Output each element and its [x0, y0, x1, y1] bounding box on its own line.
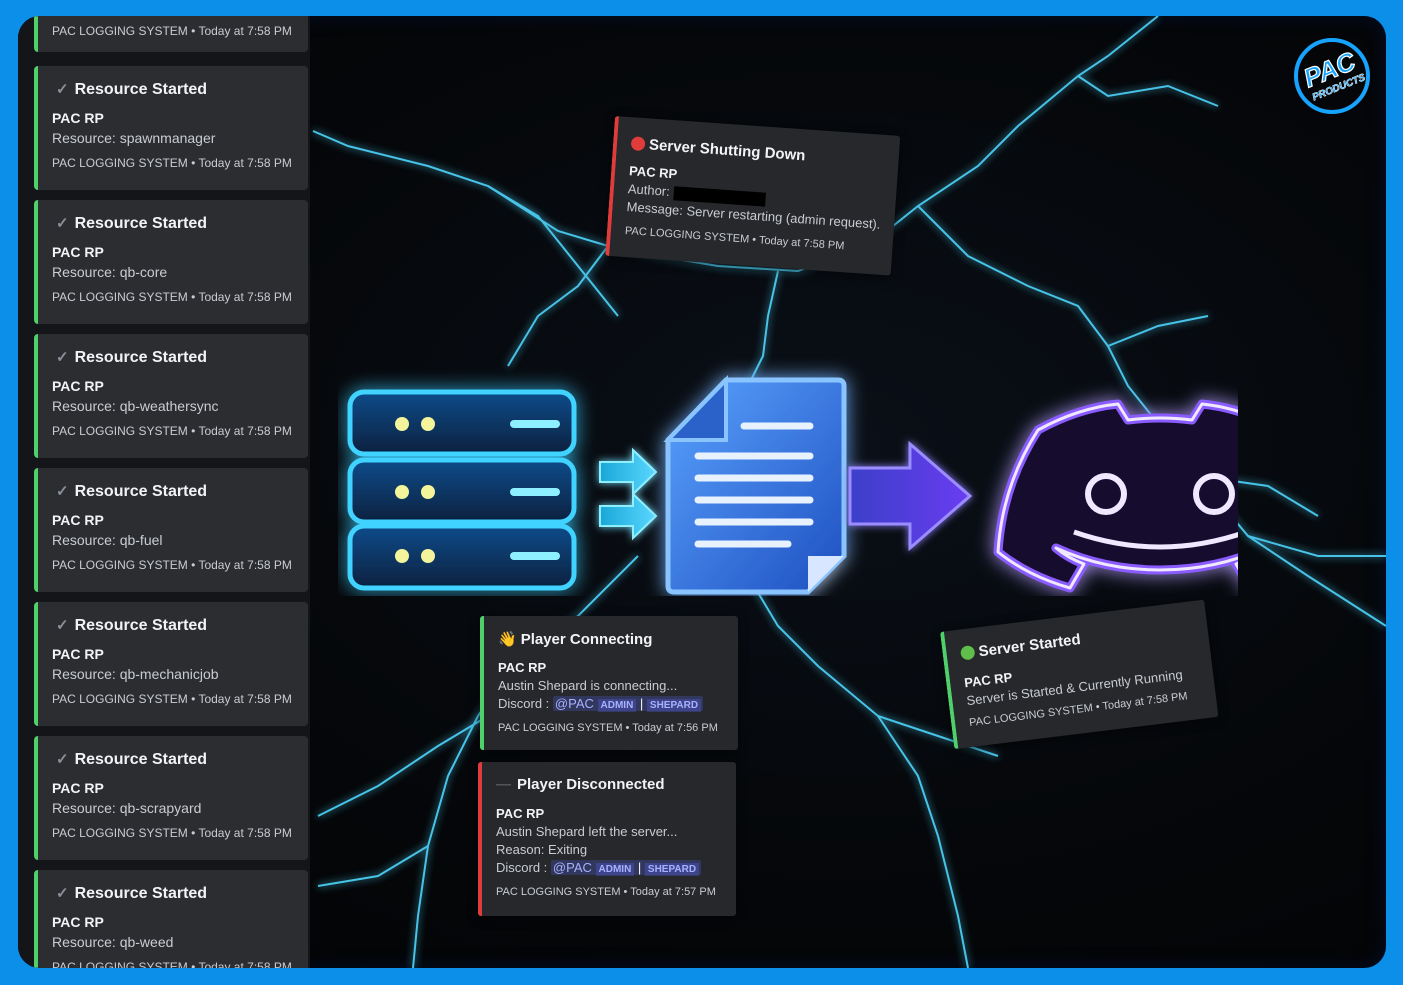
- log-server: PAC RP: [52, 780, 104, 796]
- log-server: PAC RP: [52, 646, 104, 662]
- arrow-icon: [848, 440, 973, 552]
- log-footer: PAC LOGGING SYSTEM • Today at 7:58 PM: [52, 826, 292, 840]
- check-icon: ✓: [56, 617, 69, 634]
- pac-products-logo: PAC PRODUCTS: [1294, 38, 1370, 114]
- log-server: PAC RP: [52, 244, 104, 260]
- log-server: PAC RP: [52, 378, 104, 394]
- discord-label: Discord :: [498, 696, 550, 711]
- check-icon: ✓: [56, 751, 69, 768]
- red-circle-icon: [630, 136, 646, 152]
- embed-title: Player Connecting: [520, 631, 653, 648]
- log-resource: Resource: qb-weed: [52, 934, 174, 950]
- embed-server: PAC RP: [496, 806, 545, 821]
- mention-text: @PAC: [554, 696, 594, 711]
- player-disconnected-embed: — Player Disconnected PAC RP Austin Shepa…: [478, 762, 736, 916]
- log-card-partial: PAC LOGGING SYSTEM • Today at 7:58 PM: [34, 16, 308, 52]
- embed-line: Austin Shepard is connecting...: [498, 678, 678, 693]
- log-title: Resource Started: [74, 483, 208, 500]
- shutdown-embed: Server Shutting Down PAC RP Author: Mess…: [605, 116, 901, 276]
- log-footer: PAC LOGGING SYSTEM • Today at 7:58 PM: [52, 960, 292, 968]
- log-card: ✓ Resource Started PAC RP Resource: spawn…: [34, 66, 308, 190]
- log-card: ✓ Resource Started PAC RP Resource: qb-we…: [34, 334, 308, 458]
- log-title: Resource Started: [74, 885, 208, 902]
- embed-footer: PAC LOGGING SYSTEM • Today at 7:57 PM: [496, 886, 716, 898]
- role-badge-admin: ADMIN: [595, 863, 635, 876]
- flow-graphic: [347, 375, 1238, 595]
- embed-title: Server Started: [977, 630, 1082, 661]
- log-card: ✓ Resource Started PAC RP Resource: qb-co…: [34, 200, 308, 324]
- embed-server: PAC RP: [628, 163, 678, 182]
- log-feed-sidebar: PAC LOGGING SYSTEM • Today at 7:58 PM ✓ R…: [18, 16, 310, 968]
- log-footer: PAC LOGGING SYSTEM • Today at 7:58 PM: [52, 692, 292, 706]
- log-title: Resource Started: [74, 215, 208, 232]
- discord-label: Discord :: [496, 860, 548, 875]
- log-resource: Resource: qb-core: [52, 264, 168, 280]
- embed-server: PAC RP: [498, 660, 547, 675]
- user-mention[interactable]: @PAC ADMIN | SHEPARD: [552, 696, 704, 712]
- wave-icon: 👋: [498, 631, 517, 648]
- log-footer: PAC LOGGING SYSTEM • Today at 7:58 PM: [52, 424, 292, 438]
- check-icon: ✓: [56, 349, 69, 366]
- embed-footer: PAC LOGGING SYSTEM • Today at 7:56 PM: [498, 722, 718, 734]
- log-card: ✓ Resource Started PAC RP Resource: qb-we…: [34, 870, 308, 968]
- log-resource: Resource: qb-mechanicjob: [52, 666, 219, 682]
- discord-icon: [993, 399, 1238, 593]
- check-icon: ✓: [56, 483, 69, 500]
- log-resource: Resource: qb-scrapyard: [52, 800, 202, 816]
- embed-title: Server Shutting Down: [648, 136, 806, 165]
- player-connecting-embed: 👋 Player Connecting PAC RP Austin Shepard…: [480, 616, 738, 750]
- log-card: ✓ Resource Started PAC RP Resource: qb-fu…: [34, 468, 308, 592]
- green-circle-icon: [959, 644, 976, 661]
- embed-title: Player Disconnected: [517, 776, 665, 793]
- check-icon: ✓: [56, 215, 69, 232]
- log-resource: Resource: spawnmanager: [52, 130, 216, 146]
- log-server: PAC RP: [52, 512, 104, 528]
- user-mention[interactable]: @PAC ADMIN | SHEPARD: [550, 860, 702, 876]
- log-resource: Resource: qb-weathersync: [52, 398, 219, 414]
- log-footer: PAC LOGGING SYSTEM • Today at 7:58 PM: [52, 558, 292, 572]
- role-badge-name: SHEPARD: [644, 863, 700, 876]
- document-icon: [663, 375, 847, 595]
- log-server: PAC RP: [52, 914, 104, 930]
- embed-author-label: Author:: [627, 181, 671, 199]
- arrow-icon: [599, 447, 658, 541]
- role-badge-admin: ADMIN: [597, 699, 637, 712]
- server-stack-icon: [347, 389, 577, 591]
- mention-text: @PAC: [552, 860, 592, 875]
- embed-footer: PAC LOGGING SYSTEM • Today at 7:58 PM: [624, 224, 845, 253]
- embed-server: PAC RP: [963, 669, 1014, 691]
- log-title: Resource Started: [74, 81, 208, 98]
- log-title: Resource Started: [74, 349, 208, 366]
- check-icon: ✓: [56, 81, 69, 98]
- log-footer: PAC LOGGING SYSTEM • Today at 7:58 PM: [52, 290, 292, 304]
- log-card: ✓ Resource Started PAC RP Resource: qb-sc…: [34, 736, 308, 860]
- log-server: PAC RP: [52, 110, 104, 126]
- log-title: Resource Started: [74, 751, 208, 768]
- frame: PAC LOGGING SYSTEM • Today at 7:58 PM ✓ R…: [18, 16, 1386, 968]
- log-card: ✓ Resource Started PAC RP Resource: qb-me…: [34, 602, 308, 726]
- dash-icon: —: [496, 776, 511, 793]
- check-icon: ✓: [56, 885, 69, 902]
- log-resource: Resource: qb-fuel: [52, 532, 163, 548]
- log-footer: PAC LOGGING SYSTEM • Today at 7:58 PM: [52, 156, 292, 170]
- role-badge-name: SHEPARD: [646, 699, 702, 712]
- embed-reason: Reason: Exiting: [496, 842, 588, 857]
- embed-line: Austin Shepard left the server...: [496, 824, 678, 839]
- log-footer: PAC LOGGING SYSTEM • Today at 7:58 PM: [52, 24, 292, 38]
- log-title: Resource Started: [74, 617, 208, 634]
